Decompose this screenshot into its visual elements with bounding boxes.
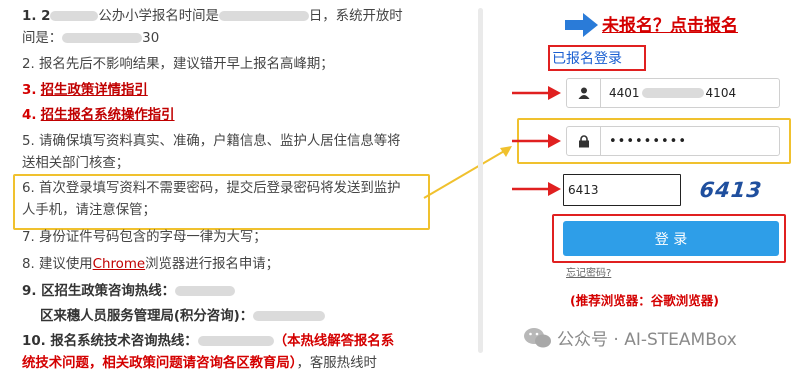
notice-6-highlight-box (13, 174, 430, 230)
id-number-input[interactable]: 4401 4104 (566, 78, 780, 108)
password-value: ••••••••• (609, 133, 688, 149)
notice-text: 10. 报名系统技术咨询热线： (22, 334, 198, 349)
notice-line-7: 7. 身份证件号码包含的字母一律为大写； (22, 230, 267, 245)
notice-line-5b: 送相关部门核查； (22, 156, 130, 171)
notice-text: （本热线解答报名系 (273, 334, 395, 349)
red-arrow-icon (512, 86, 561, 100)
notice-line-2: 2. 报名先后不影响结果，建议错开早上报名高峰期； (22, 57, 334, 72)
notice-text: 间是： (22, 31, 63, 46)
chrome-link[interactable]: Chrome (93, 257, 146, 272)
notice-text: 1. 2 (22, 9, 51, 24)
registered-login-tab[interactable]: 已报名登录 (552, 48, 622, 68)
notice-text: 日，系统开放时 (308, 9, 403, 24)
notice-panel: 1. 2 公办小学报名时间是 日，系统开放时 间是： 30 2. 报名先后不影响结果，… (0, 0, 470, 371)
lock-icon (567, 127, 601, 155)
wechat-icon (524, 327, 551, 347)
operation-guide-link[interactable]: 招生报名系统操作指引 (41, 108, 175, 123)
notice-line-10b: 统技术问题，相关政策问题请咨询各区教育局），客服热线时 (22, 353, 377, 375)
browser-recommendation: (推荐浏览器：谷歌浏览器) (570, 293, 719, 308)
captcha-input[interactable]: 6413 (563, 174, 681, 206)
notice-text: 区来穗人员服务管理局(积分咨询)： (40, 309, 254, 324)
id-number-value: 4401 4104 (609, 79, 736, 107)
captcha-image[interactable]: 6413 (691, 174, 770, 206)
notice-line-1: 1. 2 公办小学报名时间是 日，系统开放时 (22, 6, 403, 28)
notice-text: 公办小学报名时间是 (98, 9, 219, 24)
login-button[interactable]: 登 录 (563, 221, 779, 256)
notice-line-1b: 间是： 30 (22, 28, 159, 50)
policy-guide-link[interactable]: 招生政策详情指引 (41, 83, 148, 98)
notice-line-4: 4. 招生报名系统操作指引 (22, 105, 175, 127)
login-panel: 未报名？点击报名 已报名登录 4401 4104 ••••••••• 6413 6… (490, 0, 807, 371)
blue-arrow-icon (565, 13, 598, 37)
user-icon (567, 79, 601, 107)
id-suffix: 4104 (705, 86, 737, 100)
notice-number: 3. (22, 83, 37, 98)
captcha-value: 6413 (568, 183, 599, 197)
notice-line-9: 9. 区招生政策咨询热线： (22, 281, 235, 303)
watermark-text: 公众号 · AI-STEAMBox (557, 330, 737, 350)
notice-number: 4. (22, 108, 37, 123)
notice-text: 8. 建议使用 (22, 257, 93, 272)
watermark: 公众号 · AI-STEAMBox (523, 325, 737, 350)
notice-line-5a: 5. 请确保填写资料真实、准确，户籍信息、监护人居住信息等将 (22, 134, 401, 149)
notice-text: 浏览器进行报名申请； (145, 257, 280, 272)
forgot-password-link[interactable]: 忘记密码? (566, 264, 611, 279)
password-input[interactable]: ••••••••• (566, 126, 780, 156)
register-link[interactable]: 未报名？点击报名 (602, 11, 738, 36)
notice-line-3: 3. 招生政策详情指引 (22, 80, 148, 102)
notice-line-10a: 10. 报名系统技术咨询热线： （本热线解答报名系 (22, 331, 394, 353)
notice-text: ，客服热线时 (296, 356, 377, 371)
notice-text: 30 (142, 31, 160, 46)
red-arrow-icon (512, 134, 561, 148)
scrollbar[interactable] (478, 8, 483, 353)
notice-text: 统技术问题，相关政策问题请咨询各区教育局） (22, 356, 297, 371)
notice-line-9b: 区来穗人员服务管理局(积分咨询)： (40, 306, 326, 328)
notice-line-8: 8. 建议使用Chrome浏览器进行报名申请； (22, 254, 279, 276)
id-prefix: 4401 (609, 86, 640, 100)
red-arrow-icon (512, 182, 561, 196)
notice-text: 9. 区招生政策咨询热线： (22, 284, 175, 299)
